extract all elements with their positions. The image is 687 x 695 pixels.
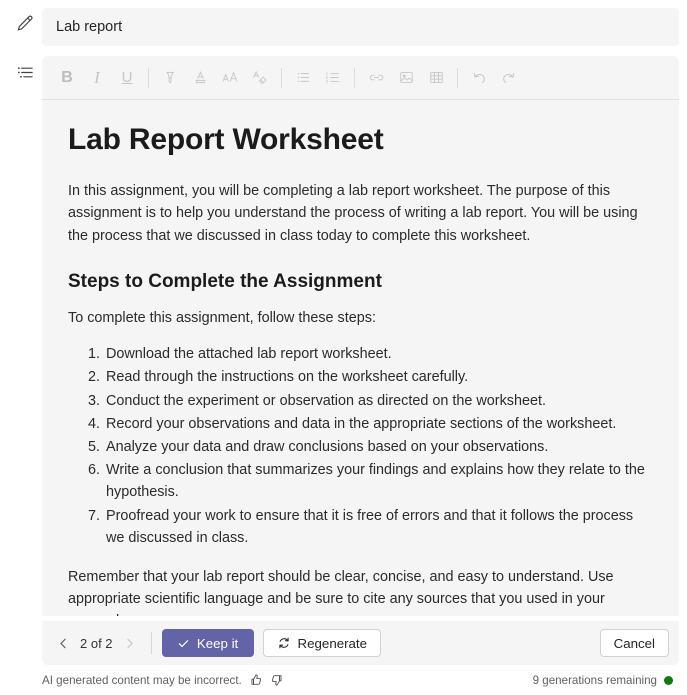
toolbar-divider-2 xyxy=(281,67,282,88)
chevron-left-icon[interactable] xyxy=(52,631,74,655)
document-steps-list: Download the attached lab report workshe… xyxy=(68,343,653,549)
list-item: Analyze your data and draw conclusions b… xyxy=(104,436,653,459)
keep-it-button[interactable]: Keep it xyxy=(161,629,254,657)
title-input-value: Lab report xyxy=(56,19,123,35)
document-title: Lab Report Worksheet xyxy=(68,123,384,156)
action-bar: 2 of 2 Keep it Regenerate Cancel xyxy=(42,621,679,665)
bold-button[interactable]: B xyxy=(52,63,82,93)
document-section-heading: Steps to Complete the Assignment xyxy=(68,270,382,292)
status-dot-icon xyxy=(664,675,673,685)
document-closing-paragraph-1: Remember that your lab report should be … xyxy=(68,568,614,616)
bulleted-list-icon[interactable] xyxy=(288,63,318,93)
title-row: Lab report xyxy=(0,0,687,48)
cancel-button[interactable]: Cancel xyxy=(599,629,669,657)
list-item: Write a conclusion that summarizes your … xyxy=(104,459,653,504)
ai-disclaimer-text: AI generated content may be incorrect. xyxy=(42,673,242,687)
list-item: Read through the instructions on the wor… xyxy=(104,366,653,389)
pencil-icon[interactable] xyxy=(8,8,42,40)
undo-icon[interactable] xyxy=(464,63,494,93)
list-item: Record your observations and data in the… xyxy=(104,413,653,436)
ai-draft-editor-panel: Lab report B I U 1 2 3 Lab Report Worksh… xyxy=(0,0,687,695)
link-icon[interactable] xyxy=(361,63,391,93)
numbered-list-icon[interactable]: 1 2 3 xyxy=(318,63,348,93)
svg-text:3: 3 xyxy=(326,79,329,84)
chevron-right-icon[interactable] xyxy=(119,631,141,655)
regenerate-label: Regenerate xyxy=(297,635,368,651)
action-bar-divider xyxy=(150,632,152,654)
image-icon[interactable] xyxy=(391,63,421,93)
keep-it-label: Keep it xyxy=(196,635,239,651)
cancel-label: Cancel xyxy=(613,635,655,651)
thumbs-down-icon[interactable] xyxy=(270,673,284,687)
clear-formatting-icon[interactable] xyxy=(245,63,275,93)
thumbs-up-icon[interactable] xyxy=(249,673,263,687)
highlighter-icon[interactable] xyxy=(155,63,185,93)
list-item: Download the attached lab report workshe… xyxy=(104,343,653,366)
refresh-icon xyxy=(277,636,291,650)
font-color-icon[interactable] xyxy=(185,63,215,93)
formatting-toolbar: B I U 1 2 3 xyxy=(42,56,679,100)
checkmark-icon xyxy=(177,637,190,650)
footer-right: 9 generations remaining xyxy=(533,674,673,687)
redo-icon[interactable] xyxy=(494,63,524,93)
action-bar-wrapper: 2 of 2 Keep it Regenerate Cancel xyxy=(0,616,687,665)
editor-card: B I U 1 2 3 Lab Report Worksheet In this… xyxy=(42,56,679,616)
list-outline-icon[interactable] xyxy=(8,56,42,88)
document-body[interactable]: Lab Report Worksheet In this assignment,… xyxy=(42,100,679,616)
font-size-icon[interactable] xyxy=(215,63,245,93)
pager: 2 of 2 xyxy=(52,631,141,655)
toolbar-divider-4 xyxy=(457,67,458,88)
title-input[interactable]: Lab report xyxy=(42,8,679,46)
toolbar-divider-3 xyxy=(354,67,355,88)
italic-button[interactable]: I xyxy=(82,63,112,93)
regenerate-button[interactable]: Regenerate xyxy=(262,629,382,657)
generations-remaining-label: 9 generations remaining xyxy=(532,673,657,687)
list-item: Proofread your work to ensure that it is… xyxy=(104,505,653,550)
document-steps-lead: To complete this assignment, follow thes… xyxy=(68,309,376,326)
pager-label: 2 of 2 xyxy=(80,635,113,651)
document-intro-paragraph: In this assignment, you will be completi… xyxy=(68,183,638,244)
table-icon[interactable] xyxy=(421,63,451,93)
list-item: Conduct the experiment or observation as… xyxy=(104,390,653,413)
editor-row: B I U 1 2 3 Lab Report Worksheet In this… xyxy=(0,48,687,616)
toolbar-divider-1 xyxy=(148,67,149,88)
footer: AI generated content may be incorrect. 9… xyxy=(0,665,687,695)
footer-left: AI generated content may be incorrect. xyxy=(42,673,284,687)
underline-button[interactable]: U xyxy=(112,63,142,93)
